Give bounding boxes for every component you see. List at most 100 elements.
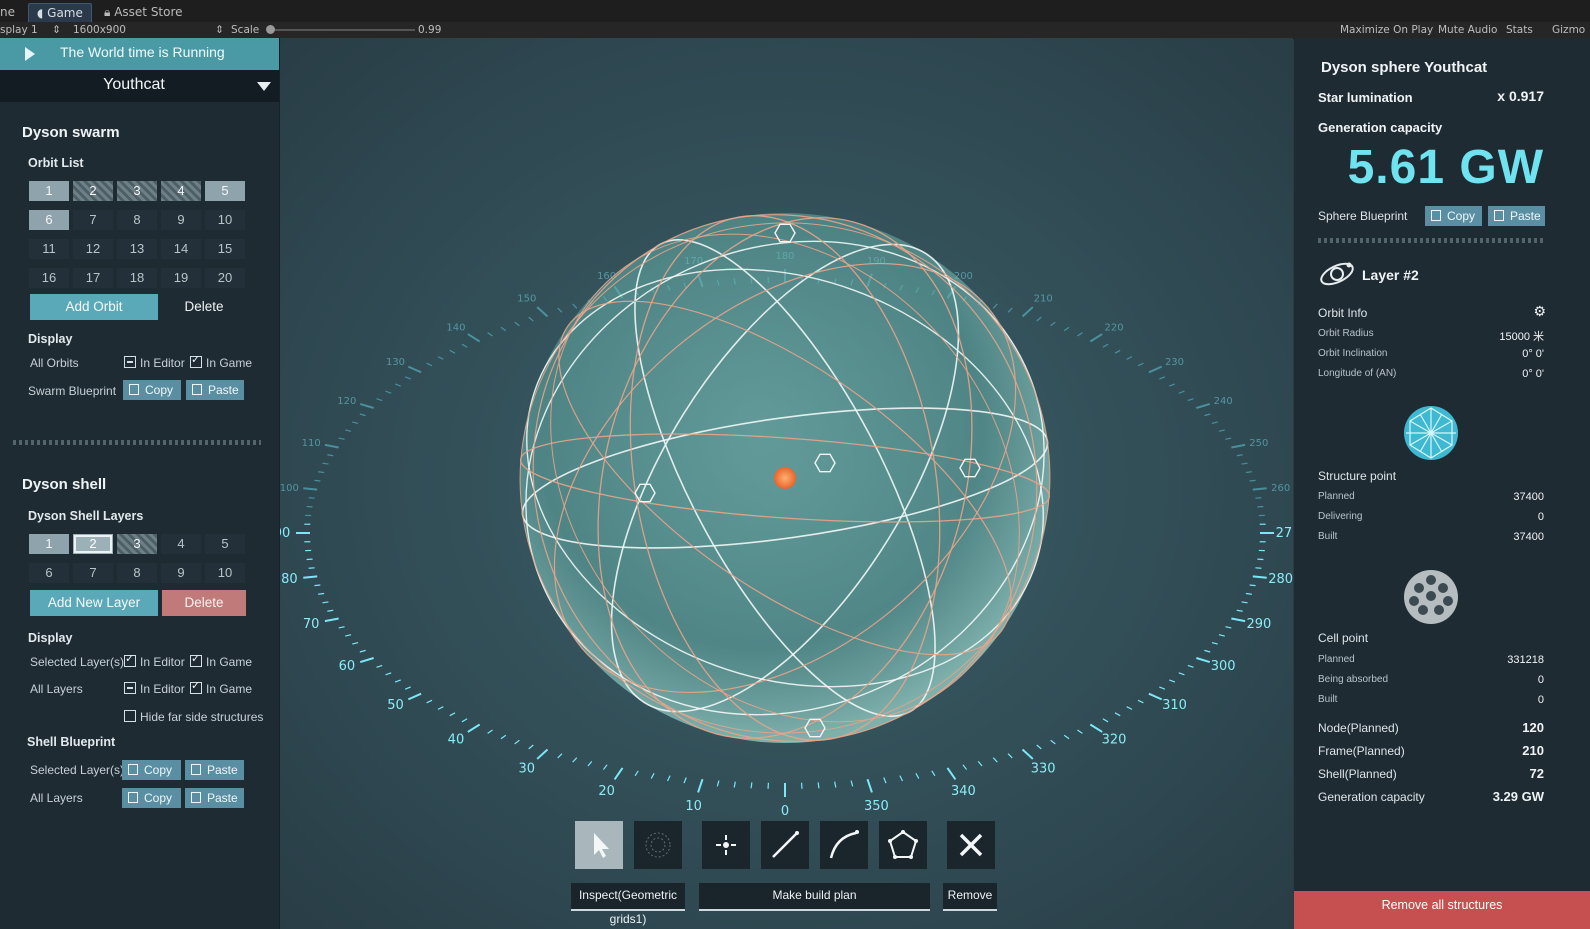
- remove-button[interactable]: Remove: [943, 883, 997, 911]
- orbit-slot-16[interactable]: 16: [29, 268, 69, 288]
- node-tool-button[interactable]: [702, 821, 750, 869]
- dial-tick: [977, 760, 983, 767]
- paste-icon: [1494, 210, 1504, 221]
- scale-slider[interactable]: [270, 29, 415, 31]
- resolution-select-arrow-icon[interactable]: ⇕: [215, 22, 224, 38]
- shell-layer-slot-10[interactable]: 10: [205, 563, 245, 583]
- dial-tick: [613, 767, 624, 781]
- orbit-slot-11[interactable]: 11: [29, 239, 69, 259]
- all-orbits-in-game-checkbox[interactable]: In Game: [190, 353, 252, 370]
- shell-layer-slot-1[interactable]: 1: [29, 534, 69, 554]
- inspect-tool-button[interactable]: [575, 821, 623, 869]
- tab-scene[interactable]: ne: [0, 3, 15, 22]
- shell-layer-slot-3[interactable]: 3: [117, 534, 157, 554]
- shell-layer-slot-5[interactable]: 5: [205, 534, 245, 554]
- dial-tick: [1252, 487, 1267, 491]
- selected-layers-in-editor-checkbox[interactable]: In Editor: [124, 652, 185, 669]
- orbit-slot-8[interactable]: 8: [117, 210, 157, 230]
- orbit-slot-12[interactable]: 12: [73, 239, 113, 259]
- dial-label: 300: [1211, 659, 1236, 674]
- inspect-mode-button[interactable]: Inspect(Geometric grids1): [571, 883, 685, 926]
- stats-toggle[interactable]: Stats: [1506, 22, 1533, 38]
- shell-layer-slot-4[interactable]: 4: [161, 534, 201, 554]
- gear-icon[interactable]: ⚙: [1533, 303, 1546, 320]
- frame-tool-button[interactable]: [761, 821, 809, 869]
- orbit-slot-3[interactable]: 3: [117, 181, 157, 201]
- orbit-slot-6[interactable]: 6: [29, 210, 69, 230]
- tab-asset-store[interactable]: 🔒︎ Asset Store: [104, 3, 183, 22]
- dial-label: 330: [1031, 761, 1056, 776]
- orbit-slot-20[interactable]: 20: [205, 268, 245, 288]
- swarm-blueprint-copy-button[interactable]: Copy: [123, 380, 181, 400]
- shell-tool-button[interactable]: [879, 821, 927, 869]
- star-selector[interactable]: Youthcat: [0, 70, 279, 102]
- all-layers-in-editor-checkbox[interactable]: In Editor: [124, 682, 185, 696]
- remove-tool-button[interactable]: [947, 821, 995, 869]
- all-layers-copy-button[interactable]: Copy: [122, 788, 181, 808]
- shell-layer-slot-2[interactable]: 2: [73, 534, 113, 554]
- summary-row-label: Frame(Planned): [1318, 744, 1405, 758]
- shell-layer-grid: 1 2 3 4 5 6 7 8 9 10: [29, 534, 245, 583]
- all-layers-in-game-checkbox[interactable]: In Game: [190, 679, 252, 696]
- delete-layer-button[interactable]: Delete: [162, 590, 246, 616]
- orbit-slot-15[interactable]: 15: [205, 239, 245, 259]
- add-new-layer-button[interactable]: Add New Layer: [30, 590, 158, 616]
- dial-tick: [1077, 729, 1083, 734]
- shell-layer-slot-7[interactable]: 7: [73, 563, 113, 583]
- world-time-bar[interactable]: The World time is Running: [0, 38, 279, 70]
- selected-layers-copy-button[interactable]: Copy: [122, 760, 181, 780]
- dyson-sphere-viewport[interactable]: 1001101201301401501601701801902002102202…: [280, 38, 1293, 929]
- dial-tick: [345, 429, 352, 432]
- maximize-on-play-toggle[interactable]: Maximize On Play: [1340, 22, 1433, 38]
- sphere-blueprint-copy-button[interactable]: Copy: [1425, 206, 1482, 226]
- orbit-slot-14[interactable]: 14: [161, 239, 201, 259]
- display-select[interactable]: splay 1: [0, 22, 38, 38]
- orbit-slot-17[interactable]: 17: [73, 268, 113, 288]
- display-select-arrow-icon[interactable]: ⇕: [52, 22, 61, 38]
- remove-all-structures-button[interactable]: Remove all structures: [1294, 891, 1590, 929]
- selected-layers-in-game-checkbox[interactable]: In Game: [190, 652, 252, 669]
- shell-layer-slot-6[interactable]: 6: [29, 563, 69, 583]
- dial-tick: [1204, 413, 1211, 417]
- orbit-slot-7[interactable]: 7: [73, 210, 113, 230]
- resolution-select[interactable]: 1600x900: [73, 22, 126, 38]
- hide-far-side-checkbox[interactable]: Hide far side structures: [124, 710, 263, 724]
- inspect-tool-icon: [594, 833, 609, 858]
- scale-slider-handle[interactable]: [266, 25, 275, 34]
- orbit-slot-4[interactable]: 4: [161, 181, 201, 201]
- chevron-down-icon[interactable]: [257, 82, 271, 91]
- dial-tick: [407, 365, 422, 374]
- dial-tick: [1137, 362, 1144, 367]
- tab-game[interactable]: ◖ Game: [28, 3, 92, 23]
- orbit-slot-19[interactable]: 19: [161, 268, 201, 288]
- orbit-slot-18[interactable]: 18: [117, 268, 157, 288]
- orbit-slot-2[interactable]: 2: [73, 181, 113, 201]
- gizmos-toggle[interactable]: Gizmo: [1552, 22, 1585, 38]
- shell-layer-slot-9[interactable]: 9: [161, 563, 201, 583]
- dial-tick: [359, 413, 366, 417]
- sphere-blueprint-paste-button[interactable]: Paste: [1488, 206, 1545, 226]
- dial-tick: [324, 617, 339, 623]
- all-orbits-in-editor-checkbox[interactable]: In Editor: [124, 356, 185, 370]
- make-build-plan-button[interactable]: Make build plan: [699, 883, 930, 911]
- all-layers-paste-button[interactable]: Paste: [185, 788, 244, 808]
- curve-frame-tool-button[interactable]: [820, 821, 868, 869]
- orbit-slot-13[interactable]: 13: [117, 239, 157, 259]
- grid-tool-button[interactable]: [634, 821, 682, 869]
- delete-orbit-button[interactable]: Delete: [162, 294, 246, 320]
- orbit-slot-9[interactable]: 9: [161, 210, 201, 230]
- shell-layer-slot-8[interactable]: 8: [117, 563, 157, 583]
- orbit-slot-10[interactable]: 10: [205, 210, 245, 230]
- orbit-slot-5[interactable]: 5: [205, 181, 245, 201]
- add-orbit-button[interactable]: Add Orbit: [30, 294, 158, 320]
- dyson-sphere-render[interactable]: 1001101201301401501601701801902002102202…: [280, 38, 1293, 929]
- selected-layers-paste-button[interactable]: Paste: [185, 760, 244, 780]
- dial-tick: [376, 398, 383, 402]
- hide-far-side-label: Hide far side structures: [140, 710, 264, 724]
- swarm-blueprint-paste-button[interactable]: Paste: [186, 380, 244, 400]
- orbit-slot-1[interactable]: 1: [29, 181, 69, 201]
- play-icon[interactable]: [25, 47, 35, 61]
- mute-audio-toggle[interactable]: Mute Audio: [1438, 22, 1497, 38]
- grid-tool-icon: [645, 832, 671, 858]
- dial-tick: [1187, 398, 1194, 402]
